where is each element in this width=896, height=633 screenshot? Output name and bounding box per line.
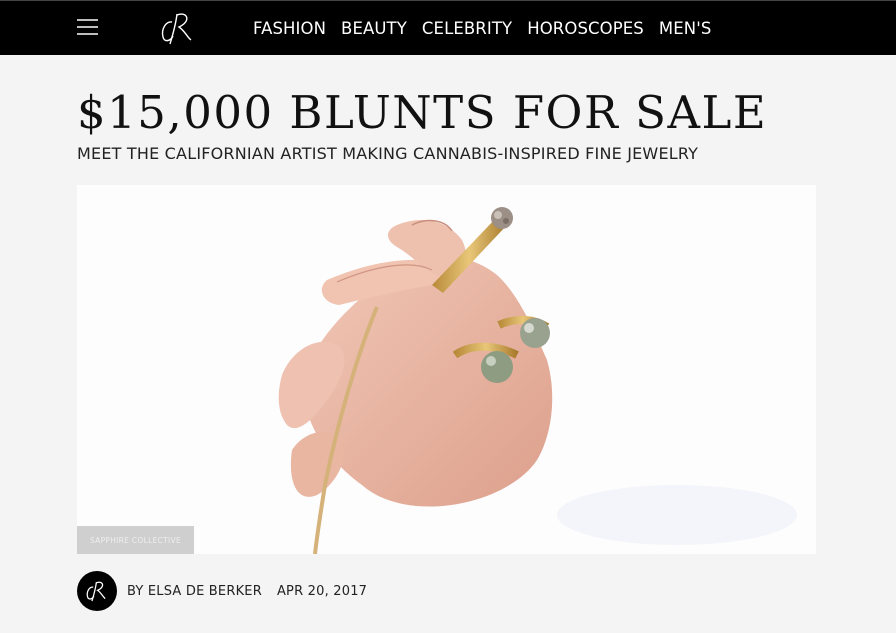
byline: BY ELSA DE BERKER APR 20, 2017 xyxy=(77,571,367,611)
nav-horoscopes[interactable]: HOROSCOPES xyxy=(527,19,644,38)
image-credit: SAPPHIRE COLLECTIVE xyxy=(77,526,194,554)
publish-date: APR 20, 2017 xyxy=(276,583,368,599)
cr-logo[interactable] xyxy=(158,9,198,47)
nav-celebrity[interactable]: CELEBRITY xyxy=(422,19,512,38)
author-avatar[interactable] xyxy=(77,571,117,611)
nav-mens[interactable]: MEN'S xyxy=(659,19,712,38)
top-navigation-bar: FASHION BEAUTY CELEBRITY HOROSCOPES MEN'… xyxy=(0,0,896,55)
hero-image: SAPPHIRE COLLECTIVE xyxy=(77,185,816,554)
hamburger-menu-icon[interactable] xyxy=(77,18,98,36)
nav-beauty[interactable]: BEAUTY xyxy=(341,19,407,38)
article-title: $15,000 BLUNTS FOR SALE xyxy=(77,86,768,139)
author-name[interactable]: BY ELSA DE BERKER xyxy=(127,584,262,599)
nav-fashion[interactable]: FASHION xyxy=(253,19,326,38)
hand-with-jewelry-illustration xyxy=(77,185,816,554)
article-subtitle: MEET THE CALIFORNIAN ARTIST MAKING CANNA… xyxy=(77,144,699,163)
main-nav: FASHION BEAUTY CELEBRITY HOROSCOPES MEN'… xyxy=(253,1,726,56)
